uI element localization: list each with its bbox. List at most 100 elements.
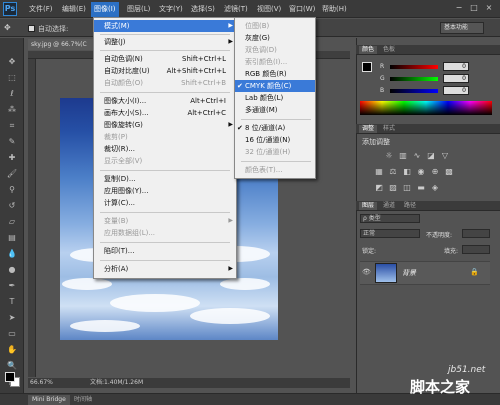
menu-help[interactable]: 帮助(H) [319, 3, 350, 15]
invert-icon[interactable]: ◩ [374, 183, 384, 192]
mode-indexed-color[interactable]: 索引颜色(I)... [235, 56, 315, 68]
menu-filter[interactable]: 滤镜(T) [221, 3, 251, 15]
menu-edit[interactable]: 编辑(E) [59, 3, 89, 15]
maximize-button[interactable]: □ [467, 2, 481, 14]
crop-icon[interactable]: ⌗ [5, 120, 19, 132]
menu-item-image-rotation[interactable]: 图像旋转(G) ▶ [94, 119, 236, 131]
healing-icon[interactable]: ✚ [5, 152, 19, 164]
type-icon[interactable]: T [5, 296, 19, 308]
tab-adjustments[interactable]: 调整 [359, 125, 378, 133]
menu-layer[interactable]: 图层(L) [124, 3, 153, 15]
color-balance-icon[interactable]: ⚖ [388, 167, 398, 176]
menu-item-canvas-size[interactable]: 画布大小(S)... Alt+Ctrl+C [94, 107, 236, 119]
menu-file[interactable]: 文件(F) [26, 3, 56, 15]
vibrance-icon[interactable]: ▽ [440, 151, 450, 160]
stamp-icon[interactable]: ⚲ [5, 184, 19, 196]
menu-item-adjust[interactable]: 调整(J) ▶ [94, 36, 236, 48]
black-white-icon[interactable]: ◧ [402, 167, 412, 176]
menu-item-image-size[interactable]: 图像大小(I)... Alt+Ctrl+I [94, 95, 236, 107]
minimize-button[interactable]: − [452, 2, 466, 14]
menu-type[interactable]: 文字(Y) [156, 3, 186, 15]
menu-view[interactable]: 视图(V) [254, 3, 284, 15]
mode-duotone[interactable]: 双色调(D) [235, 44, 315, 56]
mode-bitmap[interactable]: 位图(B) [235, 20, 315, 32]
menu-image[interactable]: 图像(I) [91, 2, 119, 17]
menu-item-apply-image[interactable]: 应用图像(Y)... [94, 185, 236, 197]
brush-icon[interactable]: 🖌 [5, 168, 19, 180]
menu-item-calculations[interactable]: 计算(C)... [94, 197, 236, 209]
menu-item-auto-tone[interactable]: 自动色调(N) Shift+Ctrl+L [94, 53, 236, 65]
menu-item-auto-color[interactable]: 自动颜色(O) Shift+Ctrl+B [94, 77, 236, 89]
mode-32-bit[interactable]: 32 位/通道(H) [235, 146, 315, 158]
zoom-level[interactable]: 66.67% [30, 378, 53, 388]
green-slider[interactable] [390, 77, 438, 81]
tab-layers[interactable]: 图层 [359, 202, 378, 210]
photo-filter-icon[interactable]: ◉ [416, 167, 426, 176]
path-select-icon[interactable]: ➤ [5, 312, 19, 324]
menu-item-mode[interactable]: 模式(M) ▶ [94, 20, 236, 32]
history-brush-icon[interactable]: ↺ [5, 200, 19, 212]
selective-color-icon[interactable]: ◈ [430, 183, 440, 192]
menu-select[interactable]: 选择(S) [188, 3, 218, 15]
mode-grayscale[interactable]: 灰度(G) [235, 32, 315, 44]
mode-cmyk-color[interactable]: ✔ CMYK 颜色(C) [235, 80, 315, 92]
menu-item-variables[interactable]: 变量(B) ▶ [94, 215, 236, 227]
posterize-icon[interactable]: ▨ [388, 183, 398, 192]
marquee-icon[interactable]: ⬚ [5, 72, 19, 84]
red-slider[interactable] [390, 65, 438, 69]
eraser-icon[interactable]: ▱ [5, 216, 19, 228]
dodge-icon[interactable]: ● [5, 264, 19, 276]
red-value[interactable]: 0 [443, 62, 469, 71]
foreground-color-swatch[interactable] [5, 372, 15, 382]
blue-value[interactable]: 0 [443, 86, 469, 95]
menu-item-trap[interactable]: 陷印(T)... [94, 245, 236, 257]
menu-item-duplicate[interactable]: 复制(D)... [94, 173, 236, 185]
menu-item-analysis[interactable]: 分析(A) ▶ [94, 263, 236, 275]
fill-field[interactable] [462, 245, 490, 254]
close-button[interactable]: × [482, 2, 496, 14]
mode-color-table[interactable]: 颜色表(T)... [235, 164, 315, 176]
tab-styles[interactable]: 样式 [380, 125, 398, 133]
eye-icon[interactable]: 👁 [362, 268, 371, 276]
color-lookup-icon[interactable]: ▩ [444, 167, 454, 176]
workspace-select[interactable]: 基本功能 [440, 22, 484, 34]
menu-window[interactable]: 窗口(W) [286, 3, 318, 15]
layer-kind-filter[interactable]: ρ 类型 [360, 214, 420, 223]
lasso-icon[interactable]: ℓ [5, 88, 19, 100]
menu-item-auto-contrast[interactable]: 自动对比度(U) Alt+Shift+Ctrl+L [94, 65, 236, 77]
menu-item-trim[interactable]: 裁切(R)... [94, 143, 236, 155]
mode-rgb-color[interactable]: RGB 颜色(R) [235, 68, 315, 80]
auto-select-checkbox[interactable] [28, 25, 35, 32]
blend-mode-select[interactable]: 正常 [360, 229, 420, 238]
channel-mixer-icon[interactable]: ⊕ [430, 167, 440, 176]
eyedropper-icon[interactable]: ✎ [5, 136, 19, 148]
blue-slider[interactable] [390, 89, 438, 93]
mode-multichannel[interactable]: 多通道(M) [235, 104, 315, 116]
threshold-icon[interactable]: ◫ [402, 183, 412, 192]
brightness-icon[interactable]: ☼ [384, 151, 394, 160]
move-tool-icon[interactable]: ✥ [4, 23, 11, 32]
gradient-icon[interactable]: ▤ [5, 232, 19, 244]
color-fg-swatch[interactable] [362, 62, 372, 72]
blur-icon[interactable]: 💧 [5, 248, 19, 260]
layer-name[interactable]: 背景 [402, 268, 416, 278]
hue-saturation-icon[interactable]: ▦ [374, 167, 384, 176]
zoom-icon[interactable]: 🔍 [5, 360, 19, 372]
timeline-tab[interactable]: 时间轴 [70, 395, 96, 405]
gradient-map-icon[interactable]: ▬ [416, 183, 426, 192]
tab-channels[interactable]: 通道 [380, 202, 398, 210]
curves-icon[interactable]: ∿ [412, 151, 422, 160]
document-tab[interactable]: sky.jpg @ 66.7%(C [28, 39, 98, 50]
pen-icon[interactable]: ✒ [5, 280, 19, 292]
tab-paths[interactable]: 路径 [401, 202, 419, 210]
move-icon[interactable]: ✥ [5, 56, 19, 68]
tab-swatches[interactable]: 色板 [380, 46, 398, 54]
green-value[interactable]: 0 [443, 74, 469, 83]
menu-item-reveal-all[interactable]: 显示全部(V) [94, 155, 236, 167]
levels-icon[interactable]: ▥ [398, 151, 408, 160]
mode-lab-color[interactable]: Lab 颜色(L) [235, 92, 315, 104]
mode-16-bit[interactable]: 16 位/通道(N) [235, 134, 315, 146]
mode-8-bit[interactable]: ✔ 8 位/通道(A) [235, 122, 315, 134]
menu-item-apply-data-set[interactable]: 应用数据组(L)... [94, 227, 236, 239]
exposure-icon[interactable]: ◪ [426, 151, 436, 160]
